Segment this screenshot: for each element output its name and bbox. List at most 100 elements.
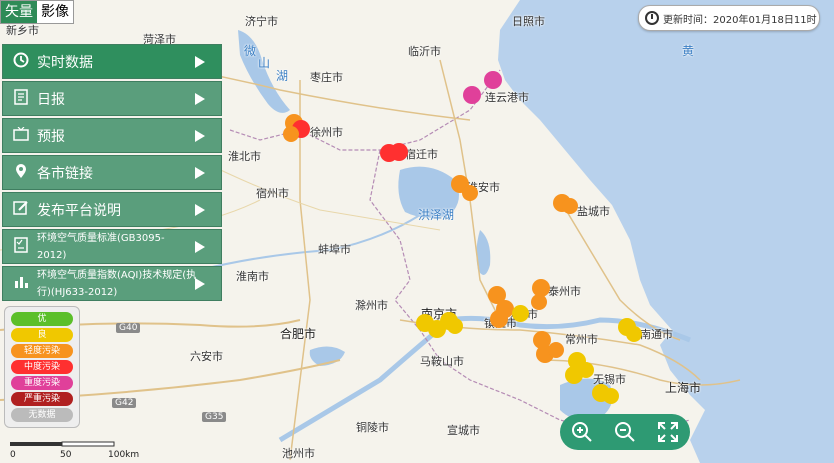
water-label: 湖 [276, 69, 289, 83]
tab-vector[interactable]: 矢量 [1, 1, 37, 23]
scale-label: 0 [10, 450, 16, 460]
station-marker-lianyungang[interactable] [463, 86, 481, 104]
city-label: 日照市 [512, 15, 545, 28]
zoom-controls [560, 414, 690, 450]
station-marker-suqian[interactable] [390, 143, 408, 161]
station-marker-nantong[interactable] [626, 326, 642, 342]
city-label: 淮南市 [236, 270, 269, 283]
location-pin-icon [9, 163, 33, 183]
station-marker-lianyungang[interactable] [484, 71, 502, 89]
station-marker-wuxi[interactable] [578, 362, 594, 378]
road-shield: G35 [202, 412, 227, 422]
city-label: 常州市 [565, 333, 598, 346]
station-marker-taizhou[interactable] [531, 294, 547, 310]
menu-label: 环境空气质量指数(AQI)技术规定(执行)(HJ633-2012) [37, 269, 197, 298]
arrow-right-icon [195, 166, 205, 179]
document-icon [9, 88, 33, 109]
bar-chart-icon [9, 275, 33, 293]
city-label: 枣庄市 [310, 71, 343, 84]
city-label: 泰州市 [548, 285, 581, 298]
menu-label: 实时数据 [37, 54, 93, 71]
aqi-legend: 优 良 轻度污染 中度污染 重度污染 严重污染 无数据 [4, 306, 80, 428]
city-label: 盐城市 [577, 205, 610, 218]
update-time-badge: 更新时间：2020年01月18日11时 [638, 5, 820, 31]
menu-item-aq-standard[interactable]: 环境空气质量标准(GB3095-2012) [2, 229, 222, 264]
city-label: 徐州市 [310, 126, 343, 139]
tab-satellite[interactable]: 影像 [37, 1, 73, 23]
water-label: 山 [258, 56, 271, 70]
clock-icon [645, 11, 659, 25]
road-shield: G42 [112, 398, 137, 408]
station-marker-nanjing[interactable] [447, 318, 463, 334]
fullscreen-icon [658, 422, 679, 442]
legend-item-moderate[interactable]: 中度污染 [11, 360, 73, 374]
water-label: 洪泽湖 [418, 208, 455, 222]
city-label: 滁州市 [355, 299, 388, 312]
zoom-in-button[interactable] [569, 419, 595, 445]
menu-item-platform-info[interactable]: 发布平台说明 [2, 192, 222, 227]
city-label: 淮北市 [228, 150, 261, 163]
legend-item-nodata[interactable]: 无数据 [11, 408, 73, 422]
menu-label: 日报 [37, 91, 65, 108]
scale-bar: 0 50 100km [10, 440, 139, 462]
menu-label: 环境空气质量标准(GB3095-2012) [37, 232, 165, 261]
menu-item-realtime[interactable]: 实时数据 [2, 44, 222, 79]
city-label: 马鞍山市 [420, 355, 464, 368]
menu-item-daily-report[interactable]: 日报 [2, 81, 222, 116]
city-label: 宣城市 [447, 424, 480, 437]
legend-item-good[interactable]: 良 [11, 328, 73, 342]
legend-item-excellent[interactable]: 优 [11, 312, 73, 326]
edit-icon [9, 200, 33, 220]
station-marker-xuzhou[interactable] [283, 126, 299, 142]
city-label: 合肥市 [280, 327, 317, 341]
menu-item-forecast[interactable]: 预报 [2, 118, 222, 153]
city-label: 蚌埠市 [318, 243, 351, 256]
city-label: 连云港市 [485, 91, 529, 104]
clock-icon [9, 52, 33, 72]
scale-label: 100km [108, 450, 140, 460]
station-marker-huaian[interactable] [462, 185, 478, 201]
menu-item-city-links[interactable]: 各市链接 [2, 155, 222, 190]
zoom-out-icon [614, 422, 635, 442]
station-marker-zhenjiang[interactable] [512, 305, 529, 322]
city-label: 铜陵市 [356, 421, 389, 434]
tv-icon [9, 126, 33, 145]
station-marker-zhenjiang[interactable] [490, 310, 508, 328]
arrow-right-icon [195, 92, 205, 105]
city-label: 南通市 [640, 328, 673, 341]
station-marker-wuxi[interactable] [603, 388, 619, 404]
update-time-text: 更新时间：2020年01月18日11时 [663, 14, 817, 26]
zoom-in-icon [571, 422, 592, 442]
station-marker-changzhou[interactable] [548, 342, 564, 358]
water-label: 微 [244, 44, 257, 58]
legend-item-light[interactable]: 轻度污染 [11, 344, 73, 358]
checklist-icon [9, 236, 33, 257]
city-label: 宿迁市 [405, 148, 438, 161]
city-label: 济宁市 [245, 15, 278, 28]
arrow-right-icon [195, 129, 205, 142]
menu-label: 预报 [37, 128, 65, 145]
city-label: 临沂市 [408, 45, 441, 58]
legend-item-heavy[interactable]: 重度污染 [11, 376, 73, 390]
arrow-right-icon [195, 55, 205, 68]
station-marker-yancheng[interactable] [562, 198, 578, 214]
side-menu: 实时数据 日报 预报 各市链接 发布平台说明 环境空气质量标准(GB3095-2 [2, 44, 222, 303]
menu-label: 发布平台说明 [37, 202, 121, 219]
arrow-right-icon [195, 203, 205, 216]
menu-label: 各市链接 [37, 165, 93, 182]
fullscreen-button[interactable] [655, 419, 681, 445]
arrow-right-icon [195, 277, 205, 290]
water-label: 黄 [682, 44, 695, 58]
zoom-out-button[interactable] [612, 419, 638, 445]
road-shield: G40 [116, 323, 141, 333]
scale-label: 50 [60, 450, 72, 460]
legend-item-severe[interactable]: 严重污染 [11, 392, 73, 406]
city-label: 上海市 [665, 381, 702, 395]
city-label: 新乡市 [6, 24, 39, 37]
city-label: 池州市 [282, 447, 315, 460]
arrow-right-icon [195, 240, 205, 253]
city-label: 六安市 [190, 350, 223, 363]
city-label: 宿州市 [256, 187, 289, 200]
map-type-switch: 矢量 影像 [0, 0, 74, 24]
menu-item-aqi-regulation[interactable]: 环境空气质量指数(AQI)技术规定(执行)(HJ633-2012) [2, 266, 222, 301]
